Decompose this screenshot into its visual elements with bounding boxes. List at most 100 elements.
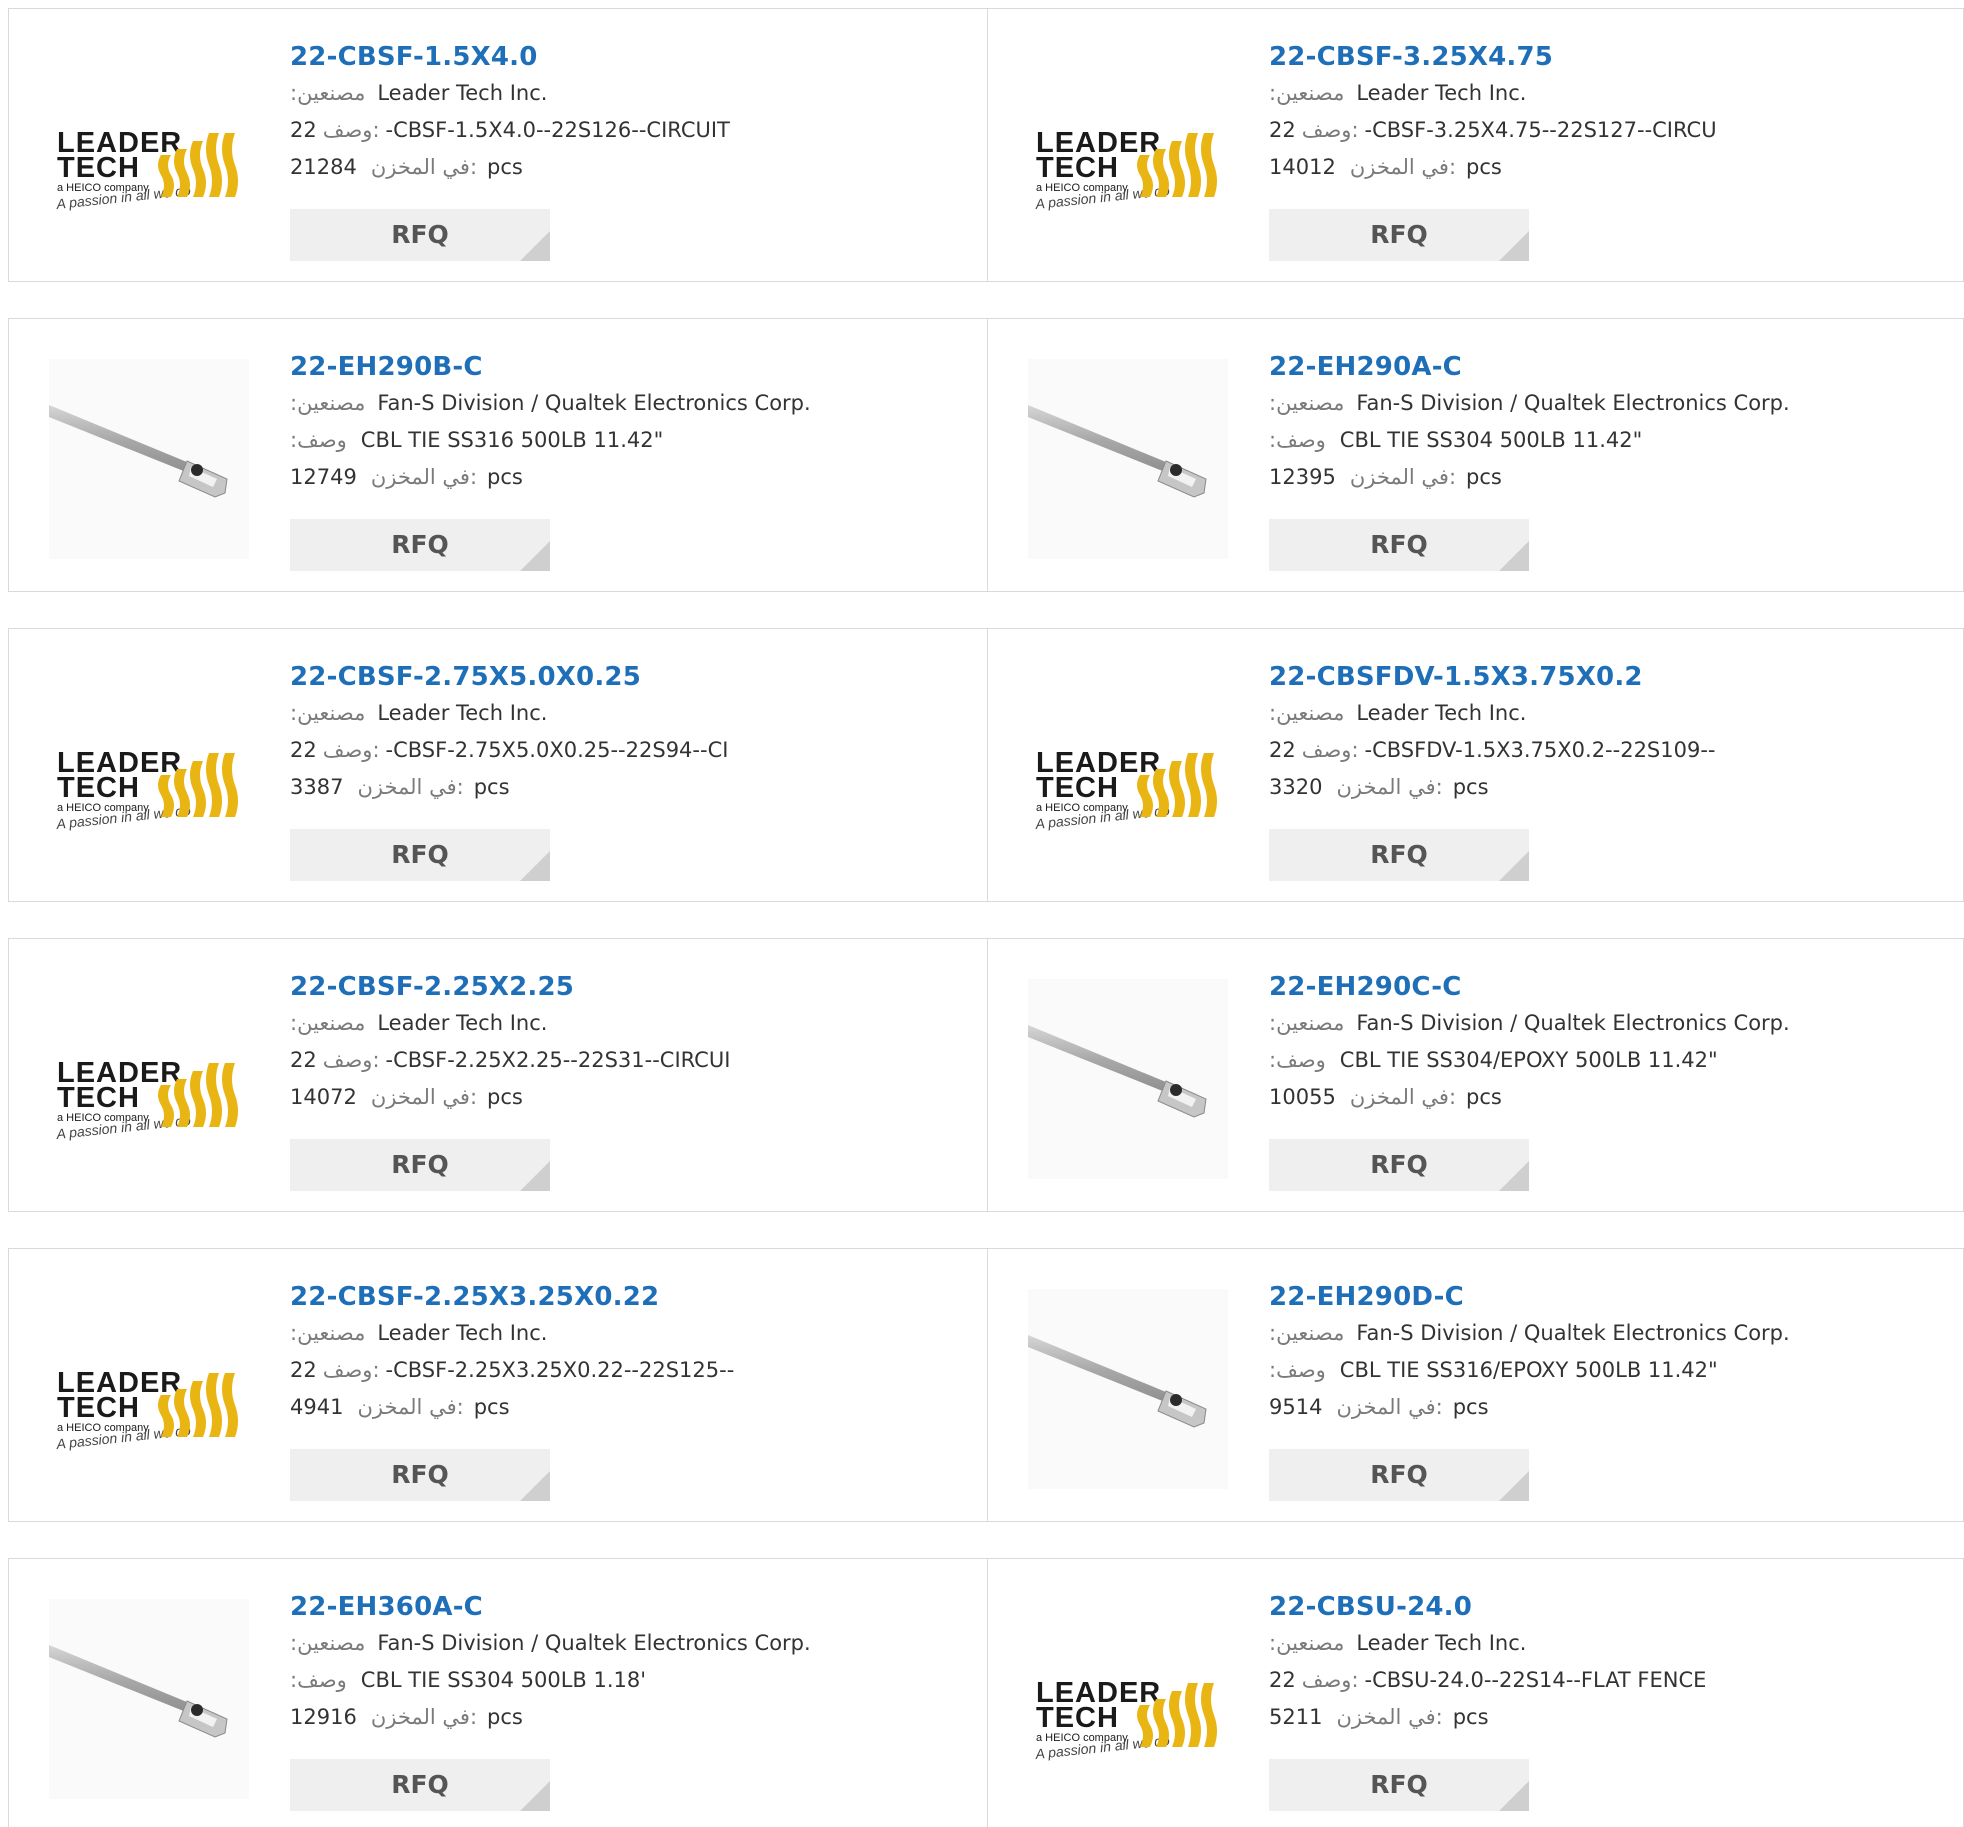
stock-value: 14072 [290, 1085, 357, 1109]
manufacturer-value: Fan-S Division / Qualtek Electronics Cor… [377, 1631, 811, 1655]
rfq-button-label: RFQ [1370, 1770, 1428, 1799]
product-info: 22-CBSF-1.5X4.0:مصنعين Leader Tech Inc. 22… [290, 39, 970, 186]
product-thumbnail[interactable] [1028, 1289, 1228, 1489]
description-line: 22 وصف: -CBSFDV-1.5X3.75X0.2--22S109-- [1269, 732, 1949, 769]
rfq-button-label: RFQ [391, 1460, 449, 1489]
manufacturer-label: :مصنعين [290, 1011, 366, 1035]
description-line: :وصف CBL TIE SS304 500LB 11.42" [1269, 422, 1949, 459]
product-row: LEADER TECH a HEICO company A passion in… [8, 938, 1964, 1212]
stock-unit: pcs [1452, 1705, 1489, 1729]
description-value: -CBSF-1.5X4.0--22S126--CIRCUIT [385, 118, 730, 142]
description-line: 22 وصف: -CBSF-1.5X4.0--22S126--CIRCUIT [290, 112, 970, 149]
product-thumbnail[interactable]: LEADER TECH a HEICO company A passion in… [1028, 669, 1228, 869]
product-card: LEADER TECH a HEICO company A passion in… [987, 629, 1964, 901]
product-info: 22-CBSF-2.25X3.25X0.22:مصنعين Leader Tech… [290, 1279, 970, 1426]
product-name-link[interactable]: 22-CBSFDV-1.5X3.75X0.2 [1269, 659, 1949, 695]
product-thumbnail[interactable] [49, 359, 249, 559]
manufacturer-line: :مصنعين Fan-S Division / Qualtek Electron… [1269, 1005, 1949, 1042]
product-name-link[interactable]: 22-EH290C-C [1269, 969, 1949, 1005]
product-card: LEADER TECH a HEICO company A passion in… [987, 9, 1964, 281]
stock-label: في المخزن: [1349, 1085, 1457, 1109]
product-name-link[interactable]: 22-CBSF-1.5X4.0 [290, 39, 970, 75]
description-value: -CBSF-2.25X3.25X0.22--22S125-- [385, 1358, 735, 1382]
description-label: وصف: [322, 118, 380, 142]
rfq-button-label: RFQ [1370, 530, 1428, 559]
description-prefix: 22 [1269, 738, 1296, 762]
stock-line: 12395 في المخزن: pcs [1269, 459, 1949, 496]
rfq-button[interactable]: RFQ [290, 1139, 550, 1191]
product-row: LEADER TECH a HEICO company A passion in… [8, 628, 1964, 902]
product-thumbnail[interactable] [49, 1599, 249, 1799]
product-name-link[interactable]: 22-EH290B-C [290, 349, 970, 385]
manufacturer-line: :مصنعين Leader Tech Inc. [1269, 695, 1949, 732]
rfq-button[interactable]: RFQ [290, 519, 550, 571]
rfq-button[interactable]: RFQ [290, 1759, 550, 1811]
product-name-link[interactable]: 22-CBSF-2.25X3.25X0.22 [290, 1279, 970, 1315]
rfq-button[interactable]: RFQ [1269, 519, 1529, 571]
corner-triangle-icon [1499, 851, 1529, 881]
product-thumbnail[interactable]: LEADER TECH a HEICO company A passion in… [49, 1289, 249, 1489]
stock-label: في المخزن: [1336, 1705, 1443, 1729]
product-card: LEADER TECH a HEICO company A passion in… [9, 1249, 986, 1521]
product-thumbnail[interactable]: LEADER TECH a HEICO company A passion in… [1028, 1599, 1228, 1799]
product-name-link[interactable]: 22-CBSF-2.25X2.25 [290, 969, 970, 1005]
manufacturer-value: Leader Tech Inc. [1356, 81, 1527, 105]
stock-unit: pcs [487, 1705, 523, 1729]
stock-value: 4941 [290, 1395, 344, 1419]
rfq-button[interactable]: RFQ [1269, 829, 1529, 881]
leader-tech-logo: LEADER TECH a HEICO company A passion in… [55, 1367, 238, 1452]
corner-triangle-icon [1499, 1161, 1529, 1191]
rfq-button[interactable]: RFQ [1269, 1759, 1529, 1811]
product-thumbnail[interactable]: LEADER TECH a HEICO company A passion in… [49, 669, 249, 869]
rfq-button[interactable]: RFQ [290, 209, 550, 261]
description-prefix: 22 [290, 1048, 317, 1072]
product-row: LEADER TECH a HEICO company A passion in… [8, 1248, 1964, 1522]
product-thumbnail[interactable]: LEADER TECH a HEICO company A passion in… [49, 979, 249, 1179]
stock-line: 10055 في المخزن: pcs [1269, 1079, 1949, 1116]
description-prefix: 22 [290, 118, 317, 142]
logo-line-2: TECH [1036, 152, 1119, 184]
product-card: LEADER TECH a HEICO company A passion in… [9, 9, 986, 281]
product-name-link[interactable]: 22-CBSF-3.25X4.75 [1269, 39, 1949, 75]
description-label: :وصف [290, 428, 347, 452]
product-thumbnail[interactable]: LEADER TECH a HEICO company A passion in… [1028, 49, 1228, 249]
description-label: وصف: [322, 1048, 380, 1072]
rfq-button[interactable]: RFQ [290, 829, 550, 881]
stock-label: في المخزن: [370, 1085, 478, 1109]
product-thumbnail[interactable] [1028, 979, 1228, 1179]
stock-line: 4941 في المخزن: pcs [290, 1389, 970, 1426]
product-thumbnail[interactable]: LEADER TECH a HEICO company A passion in… [49, 49, 249, 249]
product-card: LEADER TECH a HEICO company A passion in… [9, 939, 986, 1211]
product-name-link[interactable]: 22-EH290D-C [1269, 1279, 1949, 1315]
product-name-link[interactable]: 22-EH290A-C [1269, 349, 1949, 385]
product-card: 22-EH290B-C:مصنعين Fan-S Division / Qualt… [9, 319, 986, 591]
product-row: 22-EH290B-C:مصنعين Fan-S Division / Qualt… [8, 318, 1964, 592]
product-name-link[interactable]: 22-CBSU-24.0 [1269, 1589, 1949, 1625]
description-line: 22 وصف: -CBSF-2.25X3.25X0.22--22S125-- [290, 1352, 970, 1389]
rfq-button[interactable]: RFQ [1269, 209, 1529, 261]
stock-value: 12916 [290, 1705, 357, 1729]
stock-value: 3320 [1269, 775, 1323, 799]
manufacturer-label: :مصنعين [290, 701, 366, 725]
description-value: CBL TIE SS304 500LB 11.42" [1339, 428, 1643, 452]
description-prefix: 22 [1269, 1668, 1296, 1692]
stock-label: في المخزن: [1336, 1395, 1443, 1419]
product-row: LEADER TECH a HEICO company A passion in… [8, 8, 1964, 282]
description-line: 22 وصف: -CBSU-24.0--22S14--FLAT FENCE [1269, 1662, 1949, 1699]
product-name-link[interactable]: 22-CBSF-2.75X5.0X0.25 [290, 659, 970, 695]
stock-label: في المخزن: [370, 155, 478, 179]
rfq-button-label: RFQ [391, 220, 449, 249]
product-name-link[interactable]: 22-EH360A-C [290, 1589, 970, 1625]
rfq-button[interactable]: RFQ [290, 1449, 550, 1501]
stock-unit: pcs [487, 1085, 523, 1109]
rfq-button-label: RFQ [391, 530, 449, 559]
stock-label: في المخزن: [1336, 775, 1443, 799]
rfq-button[interactable]: RFQ [1269, 1139, 1529, 1191]
rfq-button[interactable]: RFQ [1269, 1449, 1529, 1501]
stock-label: في المخزن: [357, 775, 464, 799]
manufacturer-line: :مصنعين Leader Tech Inc. [290, 75, 970, 112]
product-card: 22-EH290C-C:مصنعين Fan-S Division / Qualt… [987, 939, 1964, 1211]
product-thumbnail[interactable] [1028, 359, 1228, 559]
manufacturer-label: :مصنعين [1269, 1011, 1345, 1035]
corner-triangle-icon [1499, 541, 1529, 571]
